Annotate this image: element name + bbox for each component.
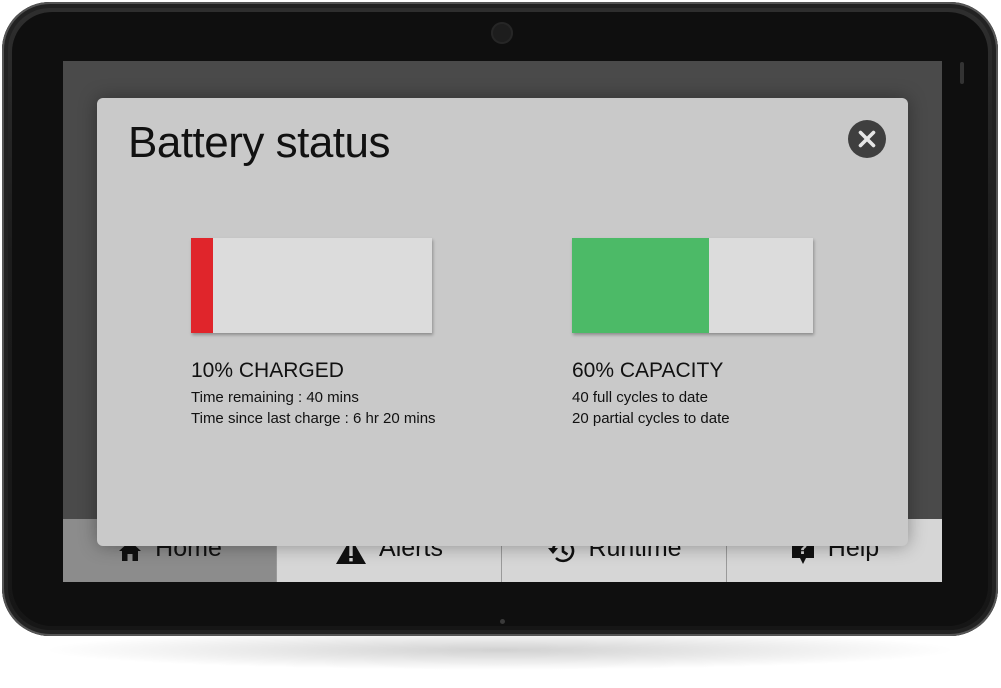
camera-icon <box>491 22 513 44</box>
partial-cycles: 20 partial cycles to date <box>572 410 730 427</box>
tablet-device: Home Alerts Runtime ? Help Battery statu… <box>2 2 998 636</box>
dialog-title: Battery status <box>128 118 391 167</box>
charge-card: 10% CHARGED Time remaining : 40 mins Tim… <box>191 238 436 429</box>
charge-level-bar <box>191 238 432 333</box>
sensor-dot <box>500 619 505 624</box>
screen: Home Alerts Runtime ? Help Battery statu… <box>63 61 942 582</box>
time-since-charge: Time since last charge : 6 hr 20 mins <box>191 410 436 427</box>
capacity-level-fill <box>572 238 710 333</box>
capacity-card: 60% CAPACITY 40 full cycles to date 20 p… <box>572 238 817 429</box>
capacity-heading: 60% CAPACITY <box>572 359 724 382</box>
capacity-level-bar <box>572 238 813 333</box>
device-shadow <box>40 630 960 670</box>
charge-heading: 10% CHARGED <box>191 359 344 382</box>
time-remaining: Time remaining : 40 mins <box>191 389 359 406</box>
side-button <box>960 62 964 84</box>
full-cycles: 40 full cycles to date <box>572 389 708 406</box>
close-button[interactable] <box>848 120 886 158</box>
charge-level-fill <box>191 238 213 333</box>
battery-status-dialog: Battery status 10% CHARGED Time remainin… <box>97 98 908 546</box>
close-icon <box>858 130 876 148</box>
